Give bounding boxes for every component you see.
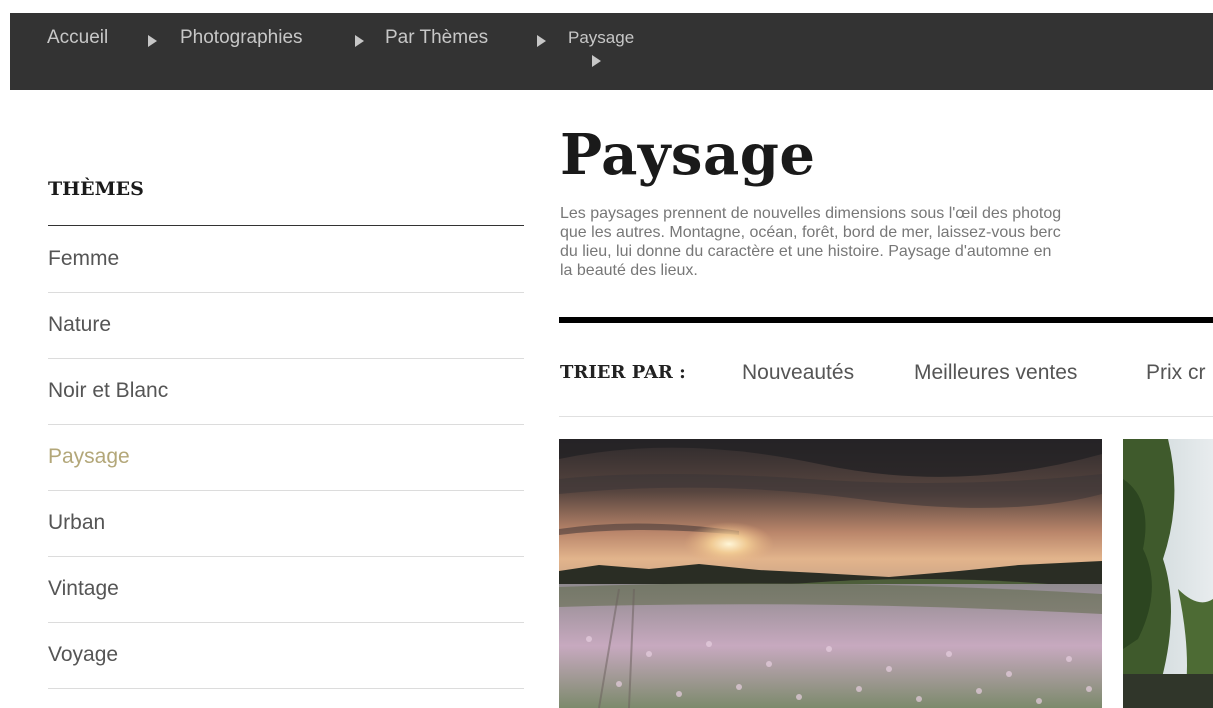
description-line: du lieu, lui donne du caractère et une h… xyxy=(560,243,1052,260)
description-line: Les paysages prennent de nouvelles dimen… xyxy=(560,205,1062,222)
sidebar-item-label: Nature xyxy=(48,313,112,336)
sidebar-item-urban[interactable]: Urban xyxy=(48,491,524,557)
caret-right-icon xyxy=(592,55,601,67)
sidebar-item-paysage[interactable]: Paysage xyxy=(48,425,524,491)
sidebar-item-label: Paysage xyxy=(48,445,130,468)
page-description: Les paysages prennent de nouvelles dimen… xyxy=(560,204,1213,280)
breadcrumb: Accueil Photographies Par Thèmes Paysage xyxy=(10,13,1213,90)
landscape-photo-image xyxy=(559,439,1102,708)
sort-divider xyxy=(559,416,1213,417)
description-line: la beauté des lieux. xyxy=(560,262,698,279)
sidebar-item-label: Vintage xyxy=(48,577,119,600)
sidebar-item-label: Femme xyxy=(48,247,120,270)
breadcrumb-link-themes[interactable]: Par Thèmes xyxy=(385,27,488,49)
sidebar-item-femme[interactable]: Femme xyxy=(48,227,524,293)
sidebar-title: THÈMES xyxy=(48,178,144,200)
sidebar-item-vintage[interactable]: Vintage xyxy=(48,557,524,623)
section-divider xyxy=(559,317,1213,323)
description-line: que les autres. Montagne, océan, forêt, … xyxy=(560,224,1061,241)
sort-label: TRIER PAR : xyxy=(560,362,686,383)
sidebar-divider xyxy=(48,225,524,226)
sidebar-item-nature[interactable]: Nature xyxy=(48,293,524,359)
breadcrumb-current: Paysage xyxy=(568,28,635,47)
product-photo-landscape[interactable] xyxy=(559,439,1102,708)
page-title: Paysage xyxy=(560,122,816,188)
sidebar-item-voyage[interactable]: Voyage xyxy=(48,623,524,689)
sidebar-item-noir-et-blanc[interactable]: Noir et Blanc xyxy=(48,359,524,425)
forest-photo-image xyxy=(1123,439,1213,708)
caret-right-icon xyxy=(537,35,546,47)
sidebar-item-label: Urban xyxy=(48,511,106,534)
sidebar-item-label: Noir et Blanc xyxy=(48,379,169,402)
breadcrumb-link-photographies[interactable]: Photographies xyxy=(180,27,303,49)
sidebar-item-label: Voyage xyxy=(48,643,119,666)
caret-right-icon xyxy=(148,35,157,47)
sort-option-prix[interactable]: Prix cr xyxy=(1146,361,1206,385)
caret-right-icon xyxy=(355,35,364,47)
breadcrumb-link-home[interactable]: Accueil xyxy=(47,27,108,49)
sort-option-meilleures-ventes[interactable]: Meilleures ventes xyxy=(914,361,1077,385)
product-photo-forest[interactable] xyxy=(1123,439,1213,708)
sort-option-nouveautes[interactable]: Nouveautés xyxy=(742,361,854,385)
